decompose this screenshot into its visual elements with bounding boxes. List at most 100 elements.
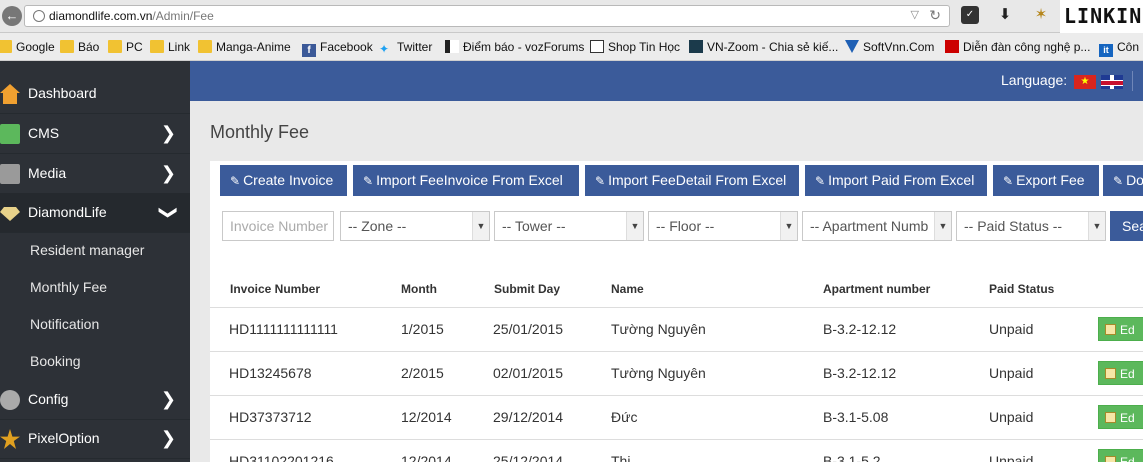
url-text: diamondlife.com.vn/Admin/Fee bbox=[49, 9, 214, 23]
folder-icon bbox=[0, 40, 12, 53]
top-header-bar: Language: ★ bbox=[190, 61, 1143, 101]
bookmark-google[interactable]: Google bbox=[0, 40, 55, 54]
sidebar-subitem-booking[interactable]: Booking bbox=[0, 343, 190, 380]
month-cell: 1/2015 bbox=[401, 321, 444, 337]
home-icon bbox=[0, 84, 20, 104]
invoice-number-cell: HD37373712 bbox=[229, 409, 312, 425]
page-title: Monthly Fee bbox=[210, 122, 310, 142]
name-cell: Tường Nguyên bbox=[611, 321, 706, 337]
bookmark-softvnn[interactable]: SoftVnn.Com bbox=[845, 40, 934, 54]
sidebar-subitem-notification[interactable]: Notification bbox=[0, 306, 190, 343]
cms-icon bbox=[0, 124, 20, 144]
paid-status-cell: Unpaid bbox=[989, 365, 1034, 381]
submit-day-cell: 02/01/2015 bbox=[493, 365, 564, 381]
sidebar-item-dashboard[interactable]: Dashboard bbox=[0, 74, 190, 114]
bookmark-link[interactable]: Link bbox=[150, 40, 190, 54]
it-icon: it bbox=[1099, 44, 1113, 57]
apartment-select[interactable]: -- Apartment Numb ▼ bbox=[802, 211, 952, 241]
edit-icon bbox=[1105, 368, 1116, 379]
browser-toolbar: ← diamondlife.com.vn/Admin/Fee ▽ ↻ ✓ ⬇ ✶… bbox=[0, 0, 1143, 33]
export-fee-button[interactable]: ✎ Export Fee bbox=[993, 165, 1099, 196]
bookmark-dien-dan[interactable]: Diễn đàn công nghệ p... bbox=[945, 40, 1090, 54]
bookmark-facebook[interactable]: f Facebook bbox=[302, 40, 373, 57]
invoice-number-cell: HD1111111111111 bbox=[229, 321, 338, 337]
sidebar-item-cms[interactable]: CMS ❯ bbox=[0, 114, 190, 154]
bookmark-con[interactable]: it Côn bbox=[1099, 40, 1139, 57]
tower-select[interactable]: -- Tower -- ▼ bbox=[494, 211, 644, 241]
chevron-down-icon: ▼ bbox=[780, 212, 797, 240]
bookmark-bao[interactable]: Báo bbox=[60, 40, 99, 54]
month-cell: 12/2014 bbox=[401, 409, 452, 425]
bookmark-vn-zoom[interactable]: VN-Zoom - Chia sẻ kiế... bbox=[689, 40, 838, 54]
apartment-cell: B-3.2-12.12 bbox=[823, 321, 897, 337]
bookmark-twitter[interactable]: ✦ Twitter bbox=[379, 40, 432, 56]
pencil-icon: ✎ bbox=[230, 174, 241, 188]
paid-status-cell: Unpaid bbox=[989, 321, 1034, 337]
bookmarks-bar: Google Báo PC Link Manga-Anime f Facebook… bbox=[0, 33, 1143, 61]
chevron-right-icon: ❯ bbox=[160, 163, 176, 183]
sidebar-item-media[interactable]: Media ❯ bbox=[0, 154, 190, 194]
pencil-icon: ✎ bbox=[1113, 174, 1124, 188]
column-header-invoice-number[interactable]: Invoice Number bbox=[230, 282, 320, 296]
gear-icon bbox=[0, 390, 20, 410]
folder-icon bbox=[108, 40, 122, 53]
invoice-number-input[interactable]: Invoice Number bbox=[222, 211, 334, 241]
uk-flag-icon[interactable] bbox=[1101, 75, 1123, 89]
table-row: HD31102201216 12/2014 25/12/2014 Thi B-3… bbox=[210, 440, 1143, 462]
addon-icon[interactable]: ✶ bbox=[1032, 6, 1050, 24]
folder-icon bbox=[198, 40, 212, 53]
edit-button[interactable]: Ed bbox=[1098, 317, 1143, 341]
floor-select[interactable]: -- Floor -- ▼ bbox=[648, 211, 798, 241]
softvnn-icon bbox=[845, 40, 859, 53]
star-icon bbox=[0, 429, 20, 449]
column-header-month[interactable]: Month bbox=[401, 282, 437, 296]
sidebar-subitem-resident-manager[interactable]: Resident manager bbox=[0, 232, 190, 269]
column-header-name[interactable]: Name bbox=[611, 282, 644, 296]
sidebar-item-config[interactable]: Config ❯ bbox=[0, 380, 190, 420]
bookmark-vozforums[interactable]: Điểm báo - vozForums bbox=[445, 40, 584, 54]
vietnam-flag-icon[interactable]: ★ bbox=[1074, 75, 1096, 89]
submit-day-cell: 25/12/2014 bbox=[493, 453, 564, 462]
address-bar[interactable]: diamondlife.com.vn/Admin/Fee ▽ ↻ bbox=[24, 5, 950, 27]
main-content: Monthly Fee ✎ Create Invoice ✎ Import FeeI… bbox=[190, 101, 1143, 462]
invoice-number-cell: HD13245678 bbox=[229, 365, 312, 381]
bookmark-pc[interactable]: PC bbox=[108, 40, 143, 54]
history-dropdown-icon[interactable]: ▽ bbox=[911, 8, 919, 21]
column-header-submit-day[interactable]: Submit Day bbox=[494, 282, 560, 296]
edit-button[interactable]: Ed bbox=[1098, 405, 1143, 429]
download-icon[interactable]: ⬇ bbox=[996, 6, 1014, 24]
bookmark-manga-anime[interactable]: Manga-Anime bbox=[198, 40, 291, 54]
import-feeinvoice-button[interactable]: ✎ Import FeeInvoice From Excel bbox=[353, 165, 579, 196]
chevron-down-icon: ▼ bbox=[1088, 212, 1105, 240]
edit-button[interactable]: Ed bbox=[1098, 361, 1143, 385]
import-feedetail-button[interactable]: ✎ Import FeeDetail From Excel bbox=[585, 165, 799, 196]
globe-icon bbox=[33, 10, 45, 22]
month-cell: 2/2015 bbox=[401, 365, 444, 381]
chevron-right-icon: ❯ bbox=[160, 428, 176, 448]
search-button[interactable]: Sea bbox=[1110, 211, 1143, 241]
chevron-down-icon: ▼ bbox=[626, 212, 643, 240]
column-header-paid-status[interactable]: Paid Status bbox=[989, 282, 1054, 296]
apartment-cell: B-3.1-5.08 bbox=[823, 409, 889, 425]
reload-icon[interactable]: ↻ bbox=[929, 7, 941, 24]
sidebar-item-pixeloption[interactable]: PixelOption ❯ bbox=[0, 419, 190, 459]
back-icon[interactable]: ← bbox=[2, 6, 22, 26]
create-invoice-button[interactable]: ✎ Create Invoice bbox=[220, 165, 347, 196]
edit-icon bbox=[1105, 456, 1116, 462]
edit-button[interactable]: Ed bbox=[1098, 449, 1143, 462]
pocket-icon[interactable]: ✓ bbox=[961, 6, 979, 24]
submit-day-cell: 29/12/2014 bbox=[493, 409, 564, 425]
sidebar-subitem-monthly-fee[interactable]: Monthly Fee bbox=[0, 269, 190, 306]
column-header-apartment-number[interactable]: Apartment number bbox=[823, 282, 930, 296]
download-button[interactable]: ✎ Do bbox=[1103, 165, 1143, 196]
paid-status-cell: Unpaid bbox=[989, 409, 1034, 425]
edit-icon bbox=[1105, 412, 1116, 423]
import-paid-button[interactable]: ✎ Import Paid From Excel bbox=[805, 165, 987, 196]
paid-status-select[interactable]: -- Paid Status -- ▼ bbox=[956, 211, 1106, 241]
paid-status-cell: Unpaid bbox=[989, 453, 1034, 462]
pencil-icon: ✎ bbox=[1003, 174, 1014, 188]
sidebar-item-diamondlife[interactable]: DiamondLife ❯ bbox=[0, 193, 190, 233]
name-cell: Thi bbox=[611, 453, 631, 462]
bookmark-shop-tin-hoc[interactable]: Shop Tin Học bbox=[590, 40, 680, 54]
zone-select[interactable]: -- Zone -- ▼ bbox=[340, 211, 490, 241]
